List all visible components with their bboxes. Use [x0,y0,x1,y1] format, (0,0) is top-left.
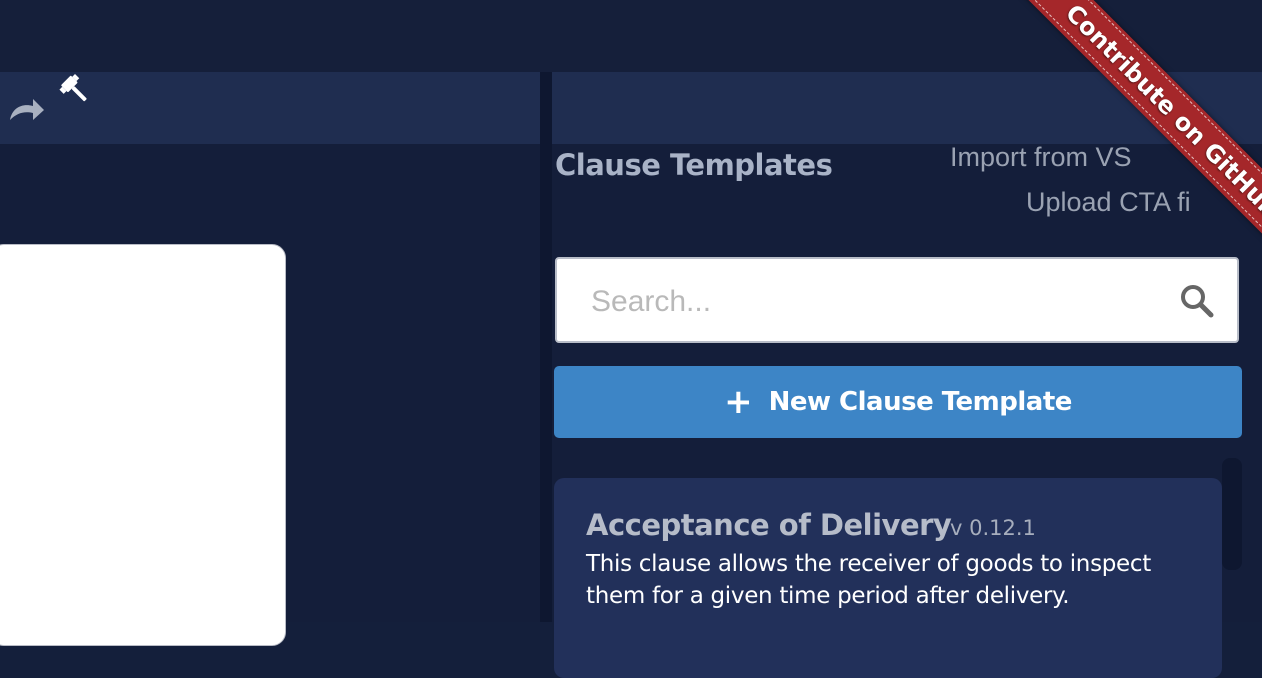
template-card[interactable]: Acceptance of Delivery v 0.12.1 This cla… [554,478,1222,678]
pane-divider[interactable] [540,72,552,622]
panel-title: Clause Templates [555,148,833,182]
redo-icon[interactable] [6,94,46,124]
template-description: This clause allows the receiver of goods… [586,551,1151,609]
contract-editor[interactable] [0,244,286,646]
new-clause-template-label: New Clause Template [768,387,1073,417]
new-clause-template-button[interactable]: + New Clause Template [554,366,1242,438]
upload-link[interactable]: Upload CTA fi [1026,187,1191,218]
import-link[interactable]: Import from VS [950,142,1132,173]
editor-toolbar [0,72,540,144]
scrollbar[interactable] [1222,458,1242,570]
template-name: Acceptance of Delivery [586,508,952,542]
search-box [555,257,1239,343]
plus-icon: + [724,382,753,422]
search-icon[interactable] [1179,283,1215,319]
search-input[interactable] [589,277,1153,327]
template-version: v 0.12.1 [950,516,1036,540]
gavel-icon[interactable] [56,74,94,108]
